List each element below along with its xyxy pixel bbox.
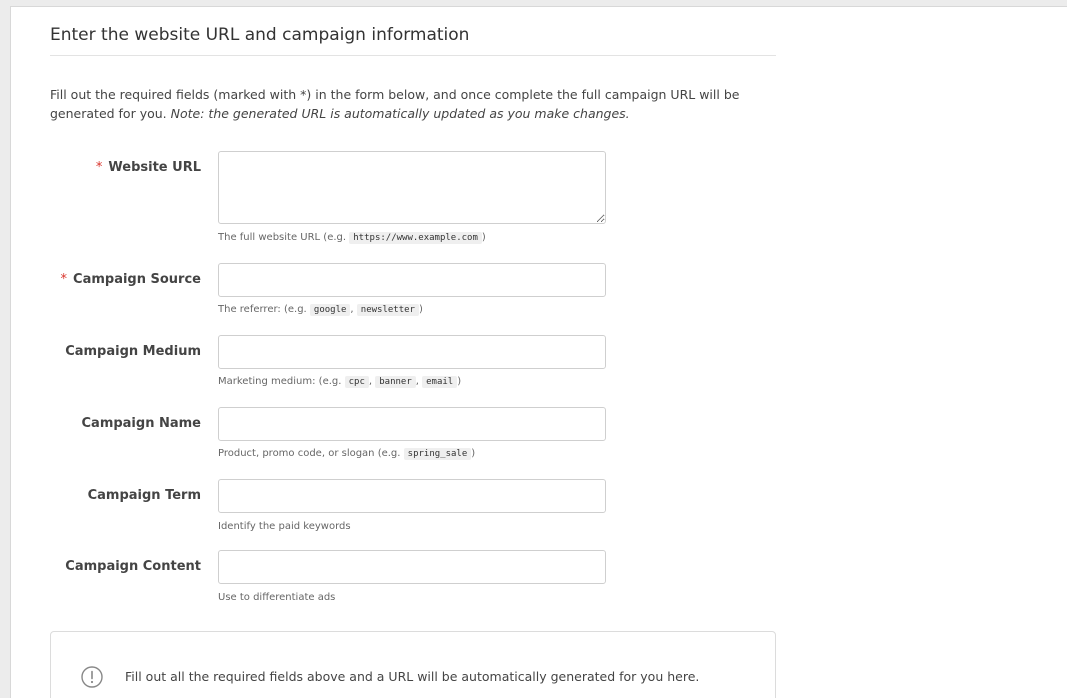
campaign-medium-input[interactable] — [218, 335, 606, 369]
campaign-content-input[interactable] — [218, 550, 606, 584]
intro-note-label: Note: — [170, 106, 205, 121]
campaign-term-label: Campaign Term — [87, 488, 201, 503]
section-title: Enter the website URL and campaign infor… — [50, 25, 776, 56]
help-suffix: ) — [471, 448, 476, 459]
generated-url-message: Fill out all the required fields above a… — [125, 669, 700, 684]
website-url-label-text: Website URL — [108, 160, 201, 175]
website-url-input[interactable] — [218, 151, 606, 224]
campaign-term-help: Identify the paid keywords — [218, 521, 351, 532]
campaign-name-help: Product, promo code, or slogan (e.g. spr… — [218, 448, 476, 460]
campaign-source-label-text: Campaign Source — [73, 272, 201, 287]
example-code: banner — [375, 376, 416, 388]
campaign-name-input[interactable] — [218, 407, 606, 441]
required-mark: * — [95, 160, 103, 175]
intro-note-text: the generated URL is automatically updat… — [208, 106, 630, 121]
website-url-help: The full website URL (e.g. https://www.e… — [218, 232, 486, 244]
campaign-name-help-prefix: Product, promo code, or slogan (e.g. — [218, 448, 401, 459]
campaign-content-label: Campaign Content — [65, 559, 201, 574]
campaign-source-input[interactable] — [218, 263, 606, 297]
example-code: https://www.example.com — [349, 232, 482, 244]
campaign-source-help-prefix: The referrer: (e.g. — [218, 304, 307, 315]
intro-text: Fill out the required fields (marked wit… — [50, 85, 790, 123]
generated-url-box: Fill out all the required fields above a… — [50, 631, 776, 698]
example-code: spring_sale — [403, 448, 472, 460]
page: Enter the website URL and campaign infor… — [0, 0, 1067, 698]
help-suffix: ) — [418, 304, 423, 315]
example-code: google — [309, 304, 351, 316]
help-suffix: ) — [457, 376, 462, 387]
example-code: email — [422, 376, 458, 388]
campaign-content-help: Use to differentiate ads — [218, 592, 336, 603]
campaign-medium-help: Marketing medium: (e.g. cpc, banner, ema… — [218, 376, 462, 388]
campaign-term-input[interactable] — [218, 479, 606, 513]
website-url-label: * Website URL — [11, 160, 201, 175]
example-code: newsletter — [356, 304, 419, 316]
help-suffix: ) — [481, 232, 486, 243]
campaign-form-panel: Enter the website URL and campaign infor… — [10, 6, 1067, 698]
campaign-name-label: Campaign Name — [81, 416, 202, 431]
required-mark: * — [60, 272, 68, 287]
info-circle-icon — [81, 666, 103, 688]
campaign-medium-label: Campaign Medium — [65, 344, 201, 359]
website-url-help-prefix: The full website URL (e.g. — [218, 232, 347, 243]
campaign-source-label: * Campaign Source — [11, 272, 201, 287]
campaign-source-help: The referrer: (e.g. google, newsletter) — [218, 304, 423, 316]
example-code: cpc — [344, 376, 369, 388]
campaign-medium-help-prefix: Marketing medium: (e.g. — [218, 376, 342, 387]
